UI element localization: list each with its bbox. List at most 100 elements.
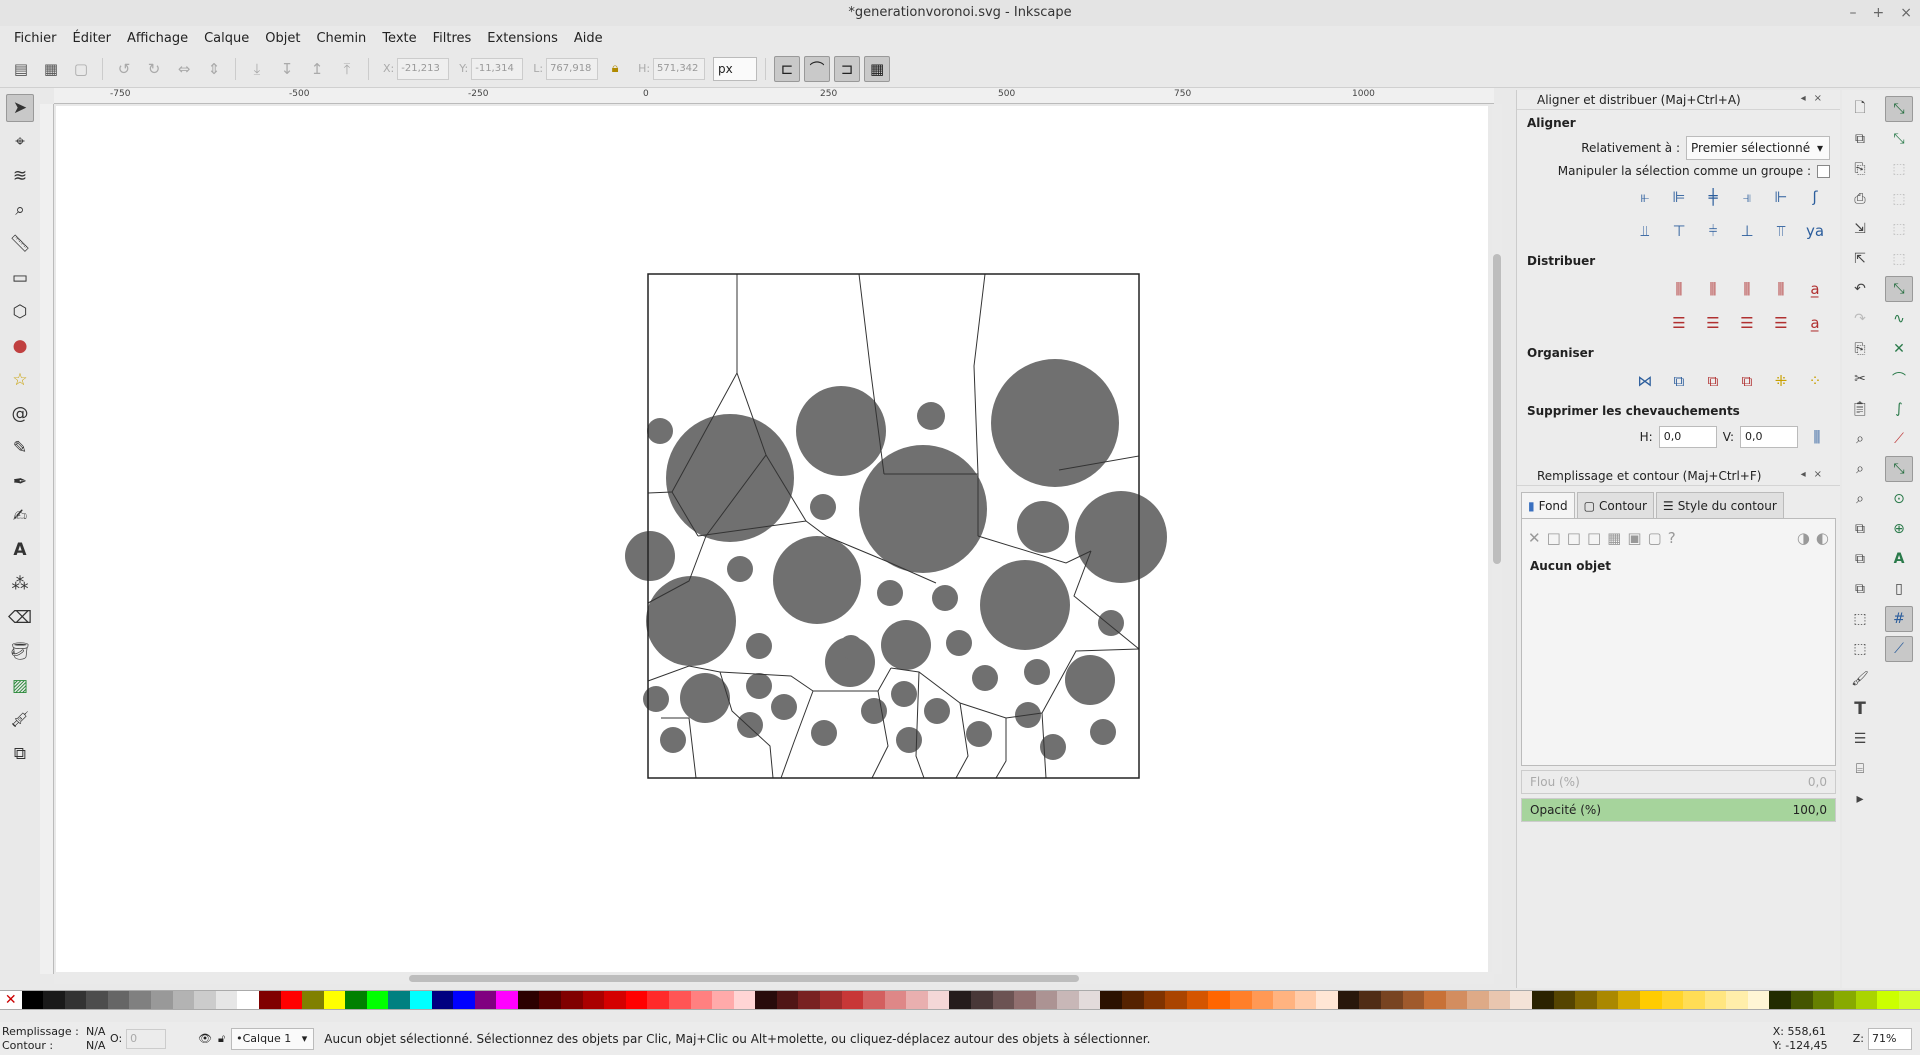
ungroup-icon[interactable]: ⬚ bbox=[1846, 636, 1874, 662]
transform-gradients-icon[interactable]: ⊐ bbox=[834, 55, 861, 82]
snap-bbox-icon[interactable]: ⤡ bbox=[1885, 126, 1913, 152]
color-swatch[interactable] bbox=[712, 991, 734, 1009]
menu-objet[interactable]: Objet bbox=[257, 31, 308, 46]
unset-paint-icon[interactable]: ? bbox=[1668, 529, 1676, 547]
distribute-vbaseline-icon[interactable]: a̲ bbox=[1802, 310, 1828, 336]
color-swatch[interactable] bbox=[1251, 991, 1274, 1009]
color-swatch[interactable] bbox=[1575, 991, 1597, 1009]
color-swatch[interactable] bbox=[1165, 991, 1187, 1009]
color-swatch[interactable] bbox=[1661, 991, 1684, 1009]
color-swatch[interactable] bbox=[1553, 991, 1576, 1009]
color-swatch[interactable] bbox=[172, 991, 195, 1009]
rotate-cw-icon[interactable]: ↻ bbox=[141, 56, 167, 82]
snap-path-icon[interactable]: ∿ bbox=[1885, 306, 1913, 332]
color-swatch[interactable] bbox=[1747, 991, 1770, 1009]
snap-bbox-corner-icon[interactable]: ⬚ bbox=[1885, 186, 1913, 212]
menu-texte[interactable]: Texte bbox=[374, 31, 424, 46]
height-input[interactable]: 571,342 bbox=[653, 57, 706, 80]
zoom-input[interactable]: 71% bbox=[1868, 1027, 1912, 1050]
color-swatch[interactable] bbox=[517, 991, 540, 1009]
width-input[interactable]: 767,918 bbox=[546, 57, 599, 80]
color-swatch[interactable] bbox=[1186, 991, 1209, 1009]
color-swatch[interactable] bbox=[1812, 991, 1835, 1009]
snap-bbox-center-icon[interactable]: ⬚ bbox=[1885, 246, 1913, 272]
panel-controls-icon[interactable]: ◂× bbox=[1801, 469, 1830, 480]
measure-tool-icon[interactable]: 📏︎ bbox=[6, 230, 34, 258]
distribute-top-icon[interactable]: ☰ bbox=[1666, 310, 1692, 336]
snap-text-baseline-icon[interactable]: A bbox=[1885, 546, 1913, 572]
eraser-tool-icon[interactable]: ⌫ bbox=[6, 604, 34, 632]
xml-editor-icon[interactable]: ⌸ bbox=[1846, 756, 1874, 782]
flip-horizontal-icon[interactable]: ⇔ bbox=[171, 56, 197, 82]
color-swatch[interactable] bbox=[949, 991, 972, 1009]
mesh-gradient-icon[interactable]: ▦ bbox=[1607, 529, 1621, 547]
exchange-clockwise-icon[interactable]: ⧉ bbox=[1734, 368, 1760, 394]
menu-extensions[interactable]: Extensions bbox=[479, 31, 566, 46]
color-swatch[interactable] bbox=[1100, 991, 1123, 1009]
node-tool-icon[interactable]: ⌖ bbox=[6, 128, 34, 156]
rectangle-tool-icon[interactable]: ▭ bbox=[6, 264, 34, 292]
color-swatch[interactable] bbox=[819, 991, 842, 1009]
scale-stroke-icon[interactable]: ⊏ bbox=[774, 55, 801, 82]
color-swatch[interactable] bbox=[366, 991, 389, 1009]
duplicate-icon[interactable]: ⧉ bbox=[1846, 516, 1874, 542]
overlap-v-input[interactable]: 0,0 bbox=[1740, 426, 1798, 448]
no-paint-icon[interactable]: ✕ bbox=[1528, 529, 1541, 547]
color-swatch[interactable] bbox=[1316, 991, 1338, 1009]
color-swatch[interactable] bbox=[258, 991, 281, 1009]
color-swatch[interactable] bbox=[1639, 991, 1662, 1009]
snap-guide-icon[interactable]: ⟋ bbox=[1885, 636, 1913, 662]
color-swatch[interactable] bbox=[86, 991, 108, 1009]
copy-icon[interactable]: ⎘ bbox=[1846, 336, 1874, 362]
pattern-icon[interactable]: ▣ bbox=[1627, 529, 1641, 547]
color-swatch[interactable] bbox=[884, 991, 907, 1009]
color-swatch[interactable] bbox=[539, 991, 562, 1009]
color-swatch[interactable] bbox=[474, 991, 497, 1009]
tweak-tool-icon[interactable]: ≋ bbox=[6, 162, 34, 190]
color-swatch[interactable] bbox=[21, 991, 44, 1009]
calligraphy-tool-icon[interactable]: ✍ bbox=[6, 502, 34, 530]
zoom-drawing-icon[interactable]: ⌕ bbox=[1846, 456, 1874, 482]
maximize-icon[interactable]: + bbox=[1873, 5, 1885, 21]
radial-gradient-icon[interactable]: □ bbox=[1587, 529, 1601, 547]
snap-nodes-icon[interactable]: ⤡ bbox=[1885, 276, 1913, 302]
box3d-tool-icon[interactable]: ⬡ bbox=[6, 298, 34, 326]
color-swatch[interactable] bbox=[107, 991, 130, 1009]
distribute-bottom-icon[interactable]: ☰ bbox=[1734, 310, 1760, 336]
y-input[interactable]: -11,314 bbox=[471, 57, 524, 80]
menu-calque[interactable]: Calque bbox=[196, 31, 257, 46]
color-swatch[interactable] bbox=[1704, 991, 1727, 1009]
linear-gradient-icon[interactable]: □ bbox=[1567, 529, 1581, 547]
align-text-baseline-icon[interactable]: ʃ bbox=[1802, 184, 1828, 210]
color-swatch[interactable] bbox=[1057, 991, 1079, 1009]
align-right-icon[interactable]: ⫣ bbox=[1734, 184, 1760, 210]
ellipse-tool-icon[interactable]: ● bbox=[6, 332, 34, 360]
color-swatch[interactable] bbox=[64, 991, 87, 1009]
color-swatch[interactable] bbox=[1532, 991, 1554, 1009]
color-swatch[interactable] bbox=[151, 991, 173, 1009]
pen-tool-icon[interactable]: ✒ bbox=[6, 468, 34, 496]
color-swatch[interactable] bbox=[582, 991, 605, 1009]
vertical-scroll-thumb[interactable] bbox=[1493, 254, 1501, 564]
flat-color-icon[interactable]: □ bbox=[1547, 529, 1561, 547]
new-document-icon[interactable]: 🗋︎ bbox=[1846, 96, 1874, 122]
paste-icon[interactable]: 📋︎ bbox=[1846, 396, 1874, 422]
align-left-icon[interactable]: ⊫ bbox=[1666, 184, 1692, 210]
distribute-right-icon[interactable]: ⫼ bbox=[1734, 276, 1760, 302]
color-swatch[interactable] bbox=[1445, 991, 1468, 1009]
snap-path-intersection-icon[interactable]: ✕ bbox=[1885, 336, 1913, 362]
color-swatch[interactable] bbox=[453, 991, 475, 1009]
color-swatch[interactable] bbox=[647, 991, 669, 1009]
color-swatch[interactable] bbox=[992, 991, 1015, 1009]
redo-icon[interactable]: ↷ bbox=[1846, 306, 1874, 332]
rotate-ccw-icon[interactable]: ↺ bbox=[111, 56, 137, 82]
color-swatch[interactable] bbox=[323, 991, 346, 1009]
snap-smooth-nodes-icon[interactable]: ∫ bbox=[1885, 396, 1913, 422]
color-swatch[interactable] bbox=[1510, 991, 1533, 1009]
distribute-gaps-icon[interactable]: ⫼ bbox=[1768, 276, 1794, 302]
align-baseline-icon[interactable]: ya bbox=[1802, 218, 1828, 244]
snap-center-icon[interactable]: ⊙ bbox=[1885, 486, 1913, 512]
export-icon[interactable]: ⇱ bbox=[1846, 246, 1874, 272]
color-swatch[interactable] bbox=[1208, 991, 1230, 1009]
text-font-icon[interactable]: T bbox=[1846, 696, 1874, 722]
